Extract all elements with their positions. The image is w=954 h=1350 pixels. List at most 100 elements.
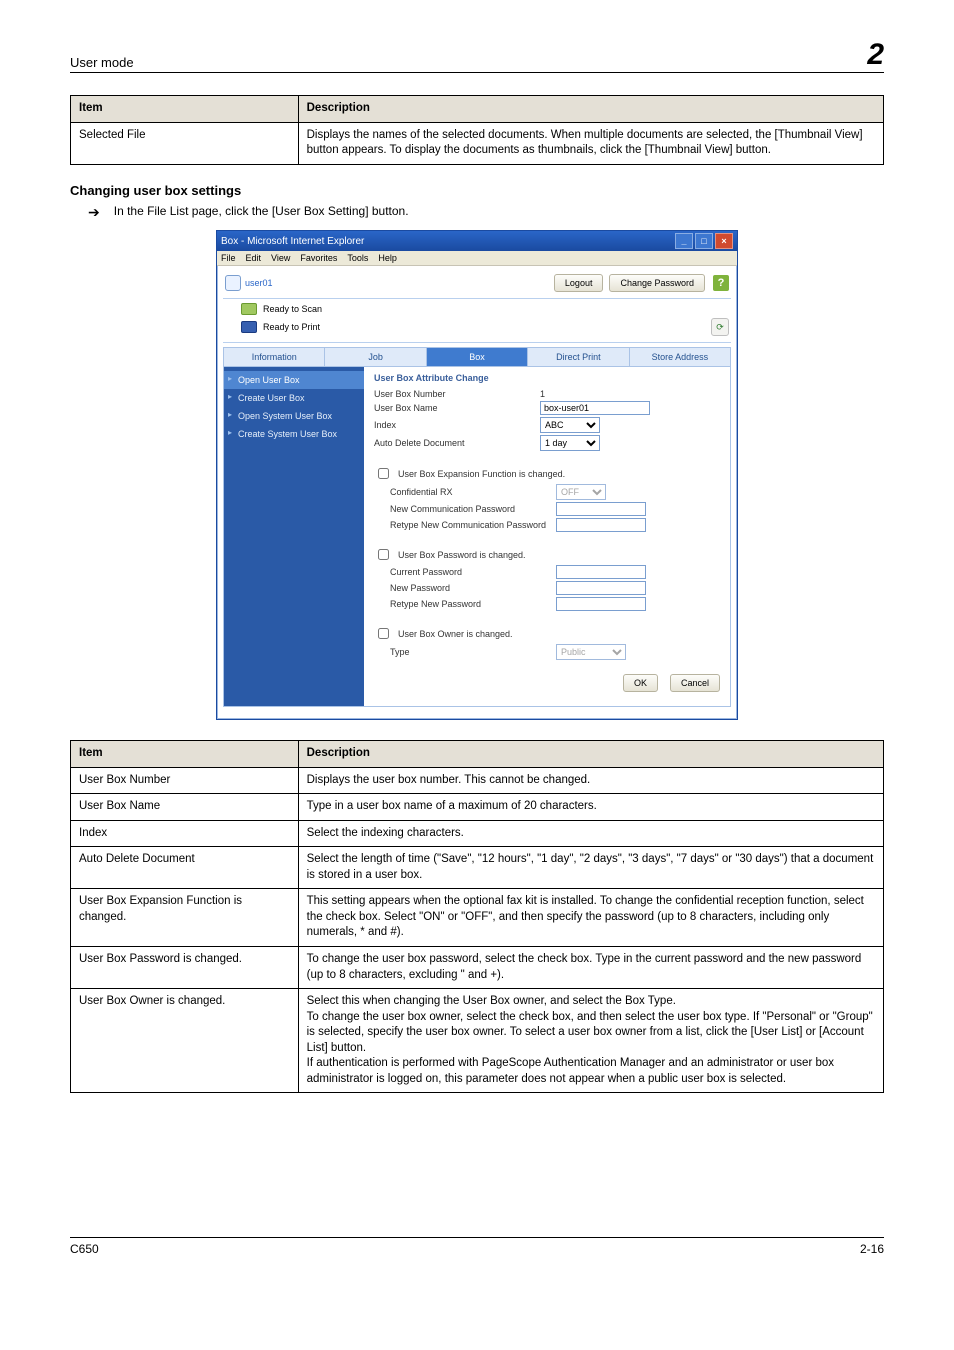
value-box-number: 1 (540, 389, 720, 399)
sidebar-item-open-system-user-box[interactable]: Open System User Box (224, 407, 364, 425)
footer-right: 2-16 (860, 1242, 884, 1256)
label-box-number: User Box Number (374, 389, 534, 399)
menu-favorites[interactable]: Favorites (300, 253, 337, 263)
input-retype-pw[interactable] (556, 597, 646, 611)
form-heading: User Box Attribute Change (374, 373, 720, 383)
col-desc: Description (298, 96, 883, 123)
menu-view[interactable]: View (271, 253, 290, 263)
checkbox-password[interactable] (378, 549, 389, 560)
help-icon[interactable]: ? (713, 275, 729, 291)
menu-tools[interactable]: Tools (347, 253, 368, 263)
input-current-pw[interactable] (556, 565, 646, 579)
select-conf-rx[interactable]: OFF (556, 484, 606, 500)
tab-direct-print[interactable]: Direct Print (528, 348, 629, 366)
maximize-icon[interactable]: □ (695, 233, 713, 249)
select-index[interactable]: ABC (540, 417, 600, 433)
ok-button[interactable]: OK (623, 674, 658, 692)
cell-item: Index (71, 820, 299, 847)
table-row: User Box Number Displays the user box nu… (71, 767, 884, 794)
input-box-name[interactable] (540, 401, 650, 415)
cell-desc: This setting appears when the optional f… (298, 889, 883, 947)
sidebar-item-open-user-box[interactable]: Open User Box (224, 371, 364, 389)
window-title: Box - Microsoft Internet Explorer (221, 236, 364, 247)
label-type: Type (374, 647, 550, 657)
cell-item: User Box Name (71, 794, 299, 821)
cell-desc: Displays the names of the selected docum… (298, 122, 883, 164)
table-row: User Box Expansion Function is changed. … (71, 889, 884, 947)
tab-box[interactable]: Box (427, 348, 528, 366)
input-new-comm-pw[interactable] (556, 502, 646, 516)
table-row: Selected File Displays the names of the … (71, 122, 884, 164)
screenshot: Box - Microsoft Internet Explorer _ □ × … (70, 230, 884, 720)
label-retype-pw: Retype New Password (374, 599, 550, 609)
arrow-text: In the File List page, click the [User B… (114, 204, 409, 218)
close-icon[interactable]: × (715, 233, 733, 249)
window-titlebar[interactable]: Box - Microsoft Internet Explorer _ □ × (217, 231, 737, 251)
tab-store-address[interactable]: Store Address (630, 348, 730, 366)
input-new-pw[interactable] (556, 581, 646, 595)
input-retype-comm-pw[interactable] (556, 518, 646, 532)
footer-left: C650 (70, 1242, 99, 1256)
cell-item: User Box Expansion Function is changed. (71, 889, 299, 947)
tab-information[interactable]: Information (224, 348, 325, 366)
cancel-button[interactable]: Cancel (670, 674, 720, 692)
subheading: Changing user box settings (70, 183, 884, 198)
select-auto-delete[interactable]: 1 day (540, 435, 600, 451)
sidebar: Open User Box Create User Box Open Syste… (224, 367, 364, 706)
refresh-icon[interactable]: ⟳ (711, 318, 729, 336)
browser-menu[interactable]: File Edit View Favorites Tools Help (217, 251, 737, 266)
table-settings: Item Description User Box Number Display… (70, 740, 884, 1093)
cell-desc: Displays the user box number. This canno… (298, 767, 883, 794)
cell-desc: Select this when changing the User Box o… (298, 989, 883, 1093)
logout-button[interactable]: Logout (554, 274, 604, 292)
cell-desc: Type in a user box name of a maximum of … (298, 794, 883, 821)
menu-help[interactable]: Help (378, 253, 397, 263)
label-new-pw: New Password (374, 583, 550, 593)
label-box-name: User Box Name (374, 403, 534, 413)
label-current-pw: Current Password (374, 567, 550, 577)
cell-desc: Select the indexing characters. (298, 820, 883, 847)
label-index: Index (374, 420, 534, 430)
arrow-icon: ➔ (70, 204, 100, 221)
main-tabs: Information Job Box Direct Print Store A… (223, 347, 731, 367)
table-row: Index Select the indexing characters. (71, 820, 884, 847)
status-print: Ready to Print (263, 322, 320, 332)
cell-item: User Box Owner is changed. (71, 989, 299, 1093)
cell-item: User Box Number (71, 767, 299, 794)
cell-desc: To change the user box password, select … (298, 946, 883, 988)
checkbox-owner[interactable] (378, 628, 389, 639)
printer-icon (241, 321, 257, 333)
page-header: User mode 2 (70, 40, 884, 73)
menu-edit[interactable]: Edit (246, 253, 262, 263)
menu-file[interactable]: File (221, 253, 236, 263)
user-icon (225, 275, 241, 291)
minimize-icon[interactable]: _ (675, 233, 693, 249)
label-conf-rx: Confidential RX (374, 487, 550, 497)
scanner-icon (241, 303, 257, 315)
select-type[interactable]: Public (556, 644, 626, 660)
sidebar-item-create-user-box[interactable]: Create User Box (224, 389, 364, 407)
change-password-button[interactable]: Change Password (609, 274, 705, 292)
table-selected-file: Item Description Selected File Displays … (70, 95, 884, 165)
header-left: User mode (70, 55, 861, 70)
label-retype-comm-pw: Retype New Communication Password (374, 520, 550, 530)
col-item: Item (71, 96, 299, 123)
label-owner-changed: User Box Owner is changed. (398, 629, 513, 639)
table-row: User Box Name Type in a user box name of… (71, 794, 884, 821)
cell-desc: Select the length of time ("Save", "12 h… (298, 847, 883, 889)
tab-job[interactable]: Job (325, 348, 426, 366)
form-area: User Box Attribute Change User Box Numbe… (364, 367, 730, 706)
cell-item: Auto Delete Document (71, 847, 299, 889)
label-new-comm-pw: New Communication Password (374, 504, 550, 514)
label-auto-delete: Auto Delete Document (374, 438, 534, 448)
label-expansion: User Box Expansion Function is changed. (398, 469, 565, 479)
checkbox-expansion[interactable] (378, 468, 389, 479)
table-row: User Box Password is changed. To change … (71, 946, 884, 988)
cell-item: User Box Password is changed. (71, 946, 299, 988)
page-footer: C650 2-16 (70, 1237, 884, 1256)
sidebar-item-create-system-user-box[interactable]: Create System User Box (224, 425, 364, 443)
table-row: User Box Owner is changed. Select this w… (71, 989, 884, 1093)
table-row: Auto Delete Document Select the length o… (71, 847, 884, 889)
username: user01 (245, 278, 273, 288)
label-password-changed: User Box Password is changed. (398, 550, 526, 560)
